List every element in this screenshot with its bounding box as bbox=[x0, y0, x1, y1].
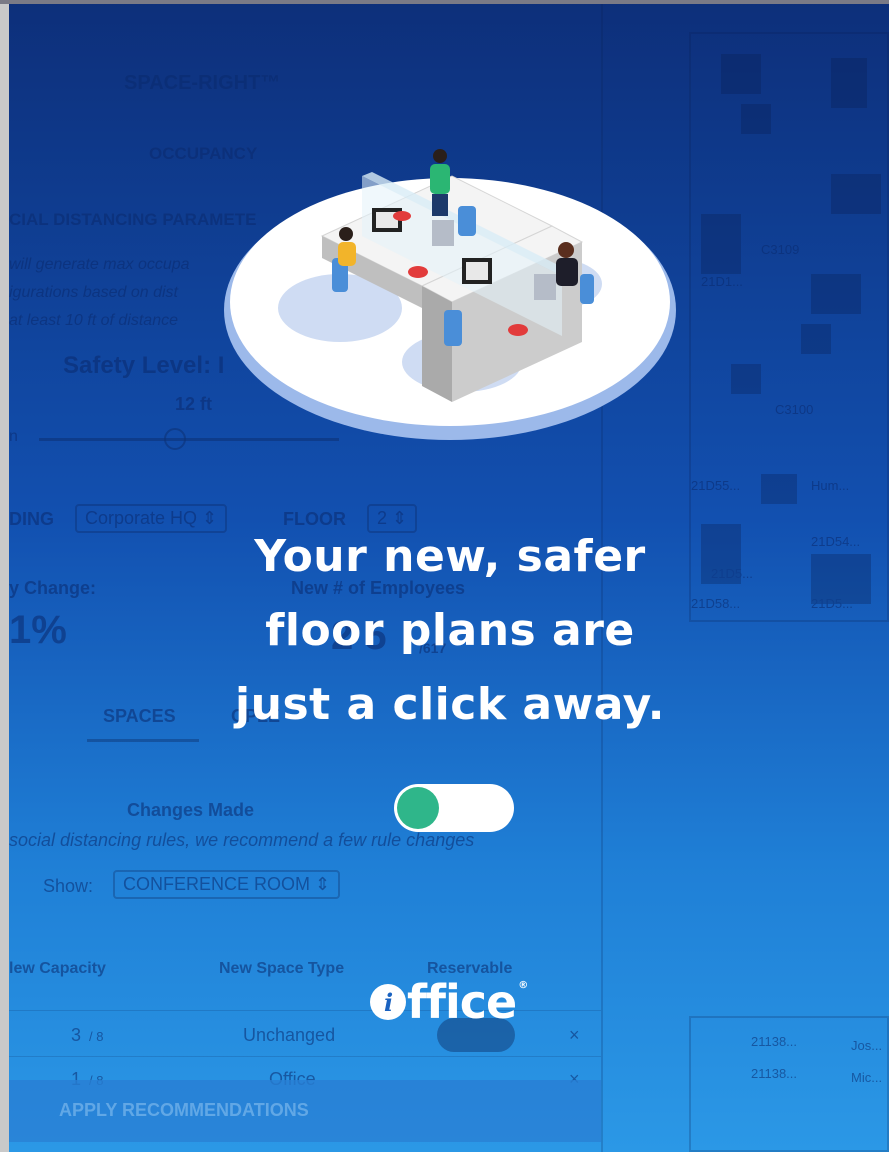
slider-label: n bbox=[9, 428, 18, 445]
apply-recommendations-button[interactable]: APPLY RECOMMENDATIONS bbox=[9, 1080, 601, 1142]
floorplan-label: 21138... bbox=[751, 1066, 798, 1081]
monitor-screen bbox=[466, 262, 488, 280]
person-body bbox=[338, 242, 356, 266]
row-space-type: Unchanged bbox=[243, 1025, 336, 1045]
monitor-back bbox=[534, 274, 556, 300]
person-legs bbox=[432, 194, 448, 216]
floorplan-label: C3100 bbox=[775, 402, 814, 417]
person-head bbox=[558, 242, 574, 258]
floorplan-map-secondary[interactable]: 21138... Jos... 21138... Mic... bbox=[689, 1016, 889, 1152]
floorplan-label: 21D55... bbox=[691, 478, 741, 493]
floorplan-room bbox=[831, 174, 881, 214]
do-not-sit-sticker bbox=[408, 266, 428, 278]
promo-headline: Your new, safer floor plans are just a c… bbox=[140, 520, 760, 742]
distance-value: 12 ft bbox=[175, 394, 213, 414]
floorplan-label: 21D1... bbox=[701, 274, 743, 289]
changes-heading: Changes Made bbox=[127, 800, 255, 820]
params-heading: CIAL DISTANCING PARAMETE bbox=[9, 210, 257, 229]
distance-slider-thumb[interactable] bbox=[164, 428, 186, 450]
col-capacity-header: lew Capacity bbox=[9, 960, 106, 977]
floorplan-label: Mic... bbox=[851, 1070, 883, 1085]
do-not-sit-sticker bbox=[393, 211, 411, 221]
logo-wordmark: ffice bbox=[407, 975, 517, 1029]
logo-registered-mark: ® bbox=[518, 980, 528, 991]
param-line-2: igurations based on dist bbox=[9, 284, 178, 301]
person-body bbox=[556, 258, 578, 286]
row-capacity-of: / 8 bbox=[89, 1029, 104, 1044]
apply-recommendations-label: APPLY RECOMMENDATIONS bbox=[59, 1100, 309, 1120]
row-remove-button[interactable]: × bbox=[569, 1025, 580, 1046]
col-space-type-header: New Space Type bbox=[219, 960, 345, 977]
logo-i-icon: i bbox=[370, 984, 406, 1020]
person-head bbox=[339, 227, 353, 241]
param-line-1: will generate max occupa bbox=[9, 256, 190, 273]
headline-line-2: floor plans are bbox=[265, 605, 635, 656]
safety-level: Safety Level: I bbox=[63, 352, 225, 379]
person-body bbox=[430, 164, 450, 194]
floorplan-label: 21D5... bbox=[811, 596, 853, 611]
floorplan-room bbox=[811, 274, 861, 314]
headline-line-1: Your new, safer bbox=[254, 531, 646, 582]
show-label: Show: bbox=[43, 876, 94, 896]
monitor-back bbox=[432, 220, 454, 246]
chair bbox=[580, 274, 594, 304]
capacity-change-value: 1% bbox=[9, 608, 67, 652]
do-not-sit-sticker bbox=[508, 324, 528, 336]
floorplan-room bbox=[741, 104, 771, 134]
floorplan-room bbox=[831, 58, 867, 108]
floorplan-room bbox=[701, 214, 741, 274]
capacity-change-label: y Change: bbox=[9, 578, 97, 598]
floorplan-room bbox=[761, 474, 797, 504]
toggle-knob bbox=[397, 787, 439, 829]
chair bbox=[444, 310, 462, 346]
person-head bbox=[433, 149, 447, 163]
floorplan-label: Hum... bbox=[811, 478, 850, 493]
floorplan-label: Jos... bbox=[851, 1038, 883, 1053]
floorplan-room bbox=[731, 364, 761, 394]
param-line-3: at least 10 ft of distance bbox=[9, 312, 178, 329]
building-label: DING bbox=[9, 509, 54, 529]
ioffice-logo: i ffice ® bbox=[370, 972, 540, 1032]
headline-line-3: just a click away. bbox=[235, 679, 665, 730]
chair bbox=[458, 206, 476, 236]
floorplan-room bbox=[801, 324, 831, 354]
floorplan-label: 21D54... bbox=[811, 534, 861, 549]
window-left-strip bbox=[0, 4, 9, 1152]
floorplan-label: C3109 bbox=[761, 242, 800, 257]
row-capacity: 3 bbox=[71, 1025, 82, 1045]
floorplan-room bbox=[721, 54, 761, 94]
app-title: SPACE-RIGHT™ bbox=[124, 72, 281, 94]
floorplan-label: 21138... bbox=[751, 1034, 798, 1049]
enable-toggle-switch[interactable] bbox=[394, 784, 514, 832]
show-select[interactable]: CONFERENCE ROOM ⇕ bbox=[113, 870, 341, 899]
changes-note: social distancing rules, we recommend a … bbox=[9, 830, 475, 850]
office-desk-illustration bbox=[224, 149, 676, 440]
